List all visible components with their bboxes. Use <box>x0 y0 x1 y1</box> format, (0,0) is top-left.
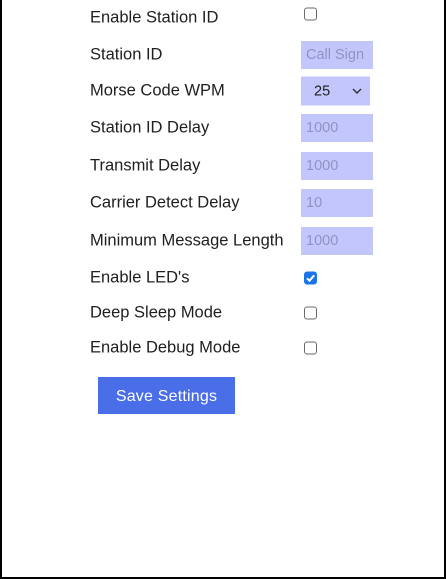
row-transmit-delay: Transmit Delay <box>2 148 444 184</box>
row-enable-leds: Enable LED's <box>2 260 444 296</box>
debug-mode-label: Enable Debug Mode <box>90 338 241 357</box>
row-deep-sleep: Deep Sleep Mode <box>2 295 444 331</box>
row-min-message-length: Minimum Message Length <box>2 223 444 259</box>
transmit-delay-label: Transmit Delay <box>90 156 201 175</box>
settings-panel: Enable Station ID Station ID Morse Code … <box>0 0 446 579</box>
morse-wpm-label: Morse Code WPM <box>90 81 225 100</box>
debug-mode-checkbox[interactable] <box>304 341 317 355</box>
min-message-length-input[interactable] <box>301 227 373 255</box>
carrier-detect-delay-input[interactable] <box>301 189 373 217</box>
enable-leds-label: Enable LED's <box>90 268 190 287</box>
station-id-label: Station ID <box>90 45 163 64</box>
row-morse-wpm: Morse Code WPM 25 <box>2 73 444 109</box>
row-enable-station-id: Enable Station ID <box>2 0 444 36</box>
deep-sleep-checkbox[interactable] <box>304 306 317 320</box>
chevron-down-icon <box>352 88 362 94</box>
morse-wpm-value: 25 <box>314 83 331 99</box>
enable-leds-checkbox[interactable] <box>304 271 317 285</box>
row-station-id-delay: Station ID Delay <box>2 110 444 146</box>
morse-wpm-select[interactable]: 25 <box>301 76 370 106</box>
min-message-length-label: Minimum Message Length <box>90 231 284 250</box>
carrier-detect-delay-label: Carrier Detect Delay <box>90 193 240 212</box>
deep-sleep-label: Deep Sleep Mode <box>90 303 223 322</box>
station-id-delay-label: Station ID Delay <box>90 118 210 137</box>
checkmark-icon <box>306 274 315 283</box>
row-debug-mode: Enable Debug Mode <box>2 330 444 366</box>
station-id-delay-input[interactable] <box>301 114 373 142</box>
enable-station-id-checkbox[interactable] <box>304 7 317 21</box>
enable-station-id-label: Enable Station ID <box>90 8 219 27</box>
row-station-id: Station ID <box>2 37 444 73</box>
station-id-input[interactable] <box>301 41 373 69</box>
row-carrier-detect-delay: Carrier Detect Delay <box>2 185 444 221</box>
transmit-delay-input[interactable] <box>301 152 373 180</box>
save-settings-button[interactable]: Save Settings <box>98 377 235 414</box>
